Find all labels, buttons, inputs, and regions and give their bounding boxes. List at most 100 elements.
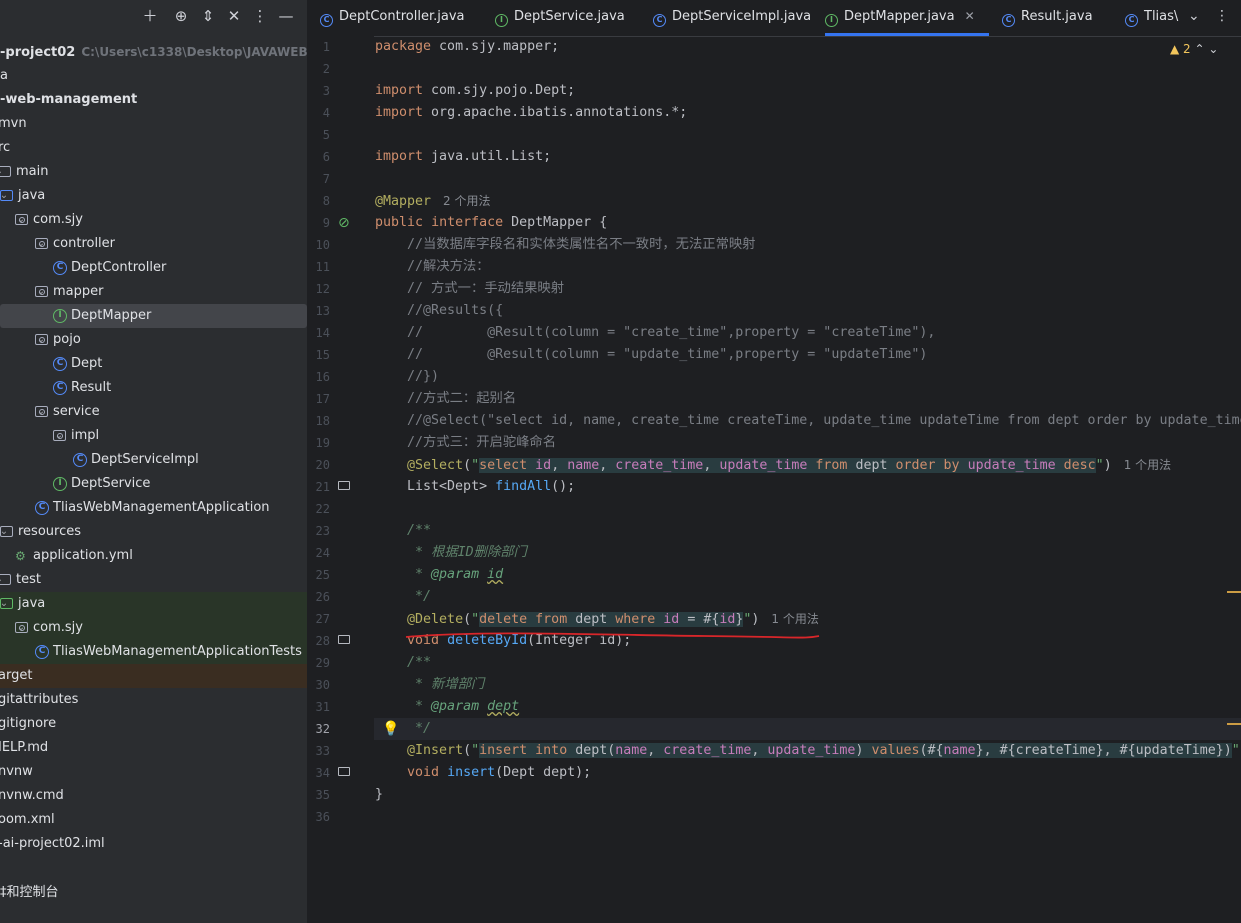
scroll-marker[interactable] <box>1227 591 1241 593</box>
line-number: 12 <box>315 282 330 296</box>
code-line[interactable]: /** <box>374 652 431 674</box>
tree-item[interactable]: a <box>0 64 307 88</box>
tree-item[interactable]: ⌄ service <box>0 400 307 424</box>
tree-item[interactable]: ⌄ impl <box>0 424 307 448</box>
code-line[interactable]: package com.sjy.mapper; <box>374 36 559 58</box>
code-line[interactable]: // @Result(column = "update_time",proper… <box>374 344 927 366</box>
code-line[interactable]: @Select("select id, name, create_time, u… <box>374 454 1171 476</box>
tree-item[interactable]: gitignore <box>0 712 307 736</box>
tree-item[interactable]: ⌄ java <box>0 592 307 616</box>
sql-gutter-icon[interactable] <box>338 480 350 494</box>
code-line[interactable]: import com.sjy.pojo.Dept; <box>374 80 575 102</box>
code-line[interactable]: import org.apache.ibatis.annotations.*; <box>374 102 687 124</box>
tree-item[interactable]: gitattributes <box>0 688 307 712</box>
code-line[interactable]: List<Dept> findAll(); <box>374 476 575 498</box>
code-line[interactable] <box>374 498 375 520</box>
code-line[interactable] <box>374 58 375 80</box>
code-line[interactable]: // 方式一：手动结果映射 <box>374 278 564 300</box>
tree-item-label: mapper <box>53 284 104 299</box>
tree-item-label: java <box>18 188 46 203</box>
chevron-down-icon[interactable]: ⌄ <box>1188 8 1200 24</box>
tree-item[interactable]: ⌄ com.sjy <box>0 208 307 232</box>
tree-item[interactable]: ⌄main <box>0 160 307 184</box>
code-line[interactable]: @Mapper 2 个用法 <box>374 190 491 212</box>
code-line[interactable] <box>374 806 375 828</box>
tree-item[interactable]: ⚙ application.yml <box>0 544 307 568</box>
tree-item[interactable]: ⌄ resources <box>0 520 307 544</box>
code-line[interactable]: //方式三：开启驼峰命名 <box>374 432 556 454</box>
code-line[interactable]: void insert(Dept dept); <box>374 762 591 784</box>
tree-item[interactable]: mvn <box>0 112 307 136</box>
editor-tab[interactable]: I DeptService.java <box>495 0 625 36</box>
code-line[interactable]: public interface DeptMapper { <box>374 212 607 234</box>
tree-item[interactable]: -web-management <box>0 88 307 112</box>
more-icon[interactable]: ⋮ <box>250 6 270 26</box>
code-line[interactable]: /** <box>374 520 431 542</box>
plus-icon[interactable]: ＋ <box>140 6 160 26</box>
code-line[interactable]: // @Result(column = "create_time",proper… <box>374 322 935 344</box>
tree-item[interactable]: ⌄ controller <box>0 232 307 256</box>
tree-item[interactable]: arget <box>0 664 307 688</box>
tree-item[interactable]: C Dept <box>0 352 307 376</box>
tree-item[interactable]: ⌄ pojo <box>0 328 307 352</box>
code-line[interactable]: //}) <box>374 366 439 388</box>
tree-item[interactable]: C TliasWebManagementApplicationTests <box>0 640 307 664</box>
code-line[interactable]: //解决方法： <box>374 256 490 278</box>
code-line[interactable]: //方式二：起别名 <box>374 388 516 410</box>
code-line[interactable]: * 新增部门 <box>374 674 484 696</box>
code-line[interactable] <box>374 168 375 190</box>
tree-item[interactable]: C DeptServiceImpl <box>0 448 307 472</box>
scroll-marker[interactable] <box>1227 723 1241 725</box>
line-number: 9 <box>322 216 330 230</box>
tree-item[interactable]: ⌄ java <box>0 184 307 208</box>
tree-item[interactable]: C Result <box>0 376 307 400</box>
collapse-icon[interactable]: ✕ <box>224 6 244 26</box>
tree-item-label: test <box>16 572 41 587</box>
editor-tab[interactable]: C DeptServiceImpl.java <box>653 0 811 36</box>
sql-gutter-icon[interactable] <box>338 766 350 780</box>
code-line[interactable]: @Delete("delete from dept where id = #{i… <box>374 608 819 630</box>
folder-icon <box>0 526 13 537</box>
implementations-gutter-icon[interactable]: ⊘ <box>338 216 350 231</box>
code-line[interactable]: //@Results({ <box>374 300 503 322</box>
tree-item[interactable]: IELP.md <box>0 736 307 760</box>
expand-icon[interactable]: ⇕ <box>198 6 218 26</box>
code-line[interactable]: @Insert("insert into dept(name, create_t… <box>374 740 1241 762</box>
editor-tab[interactable]: I DeptMapper.java ✕ <box>825 0 989 36</box>
editor-tab[interactable]: C DeptController.java <box>320 0 464 36</box>
line-number: 10 <box>315 238 330 252</box>
tree-item[interactable]: nvnw <box>0 760 307 784</box>
locate-icon[interactable]: ⊕ <box>171 6 191 26</box>
code-line[interactable]: //当数据库字段名和实体类属性名不一致时，无法正常映射 <box>374 234 755 256</box>
tree-item[interactable]: ⌄ com.sjy <box>0 616 307 640</box>
tree-item[interactable]: -ai-project02.iml <box>0 832 307 856</box>
code-line[interactable]: * @param id <box>374 564 503 586</box>
tree-item[interactable]: -project02 C:\Users\c1338\Desktop\JAVAWEB… <box>0 40 307 64</box>
editor-tab[interactable]: C Tlias\ <box>1125 0 1178 36</box>
tree-item[interactable]: nvnw.cmd <box>0 784 307 808</box>
tree-item[interactable]: rc <box>0 136 307 160</box>
tree-item[interactable]: ⌄test <box>0 568 307 592</box>
minimize-icon[interactable]: — <box>276 6 296 26</box>
lightbulb-icon[interactable]: 💡 <box>382 722 399 737</box>
tab-menu-icon[interactable]: ⋮ <box>1215 8 1229 24</box>
editor-tab[interactable]: C Result.java <box>1002 0 1093 36</box>
tree-item[interactable]: I DeptMapper <box>0 304 307 328</box>
code-line[interactable]: import java.util.List; <box>374 146 551 168</box>
tree-item[interactable]: C TliasWebManagementApplication <box>0 496 307 520</box>
tree-item[interactable]: ⌄ mapper <box>0 280 307 304</box>
tree-item[interactable]: I DeptService <box>0 472 307 496</box>
code-line[interactable]: //@Select("select id, name, create_time … <box>374 410 1241 432</box>
tree-item[interactable]: oom.xml <box>0 808 307 832</box>
close-icon[interactable]: ✕ <box>965 9 975 23</box>
code-line[interactable]: */ <box>374 586 431 608</box>
sql-gutter-icon[interactable] <box>338 634 350 648</box>
tree-item[interactable]: C DeptController <box>0 256 307 280</box>
code-line[interactable] <box>374 124 375 146</box>
code-line[interactable]: } <box>374 784 383 806</box>
code-editor[interactable]: package com.sjy.mapper; import com.sjy.po… <box>374 36 1241 923</box>
code-line[interactable]: * 根据ID删除部门 <box>374 542 527 564</box>
code-line[interactable]: */ <box>374 718 1241 740</box>
code-line[interactable]: * @param dept <box>374 696 519 718</box>
services-console-label[interactable]: ‡和控制台 <box>0 881 307 905</box>
